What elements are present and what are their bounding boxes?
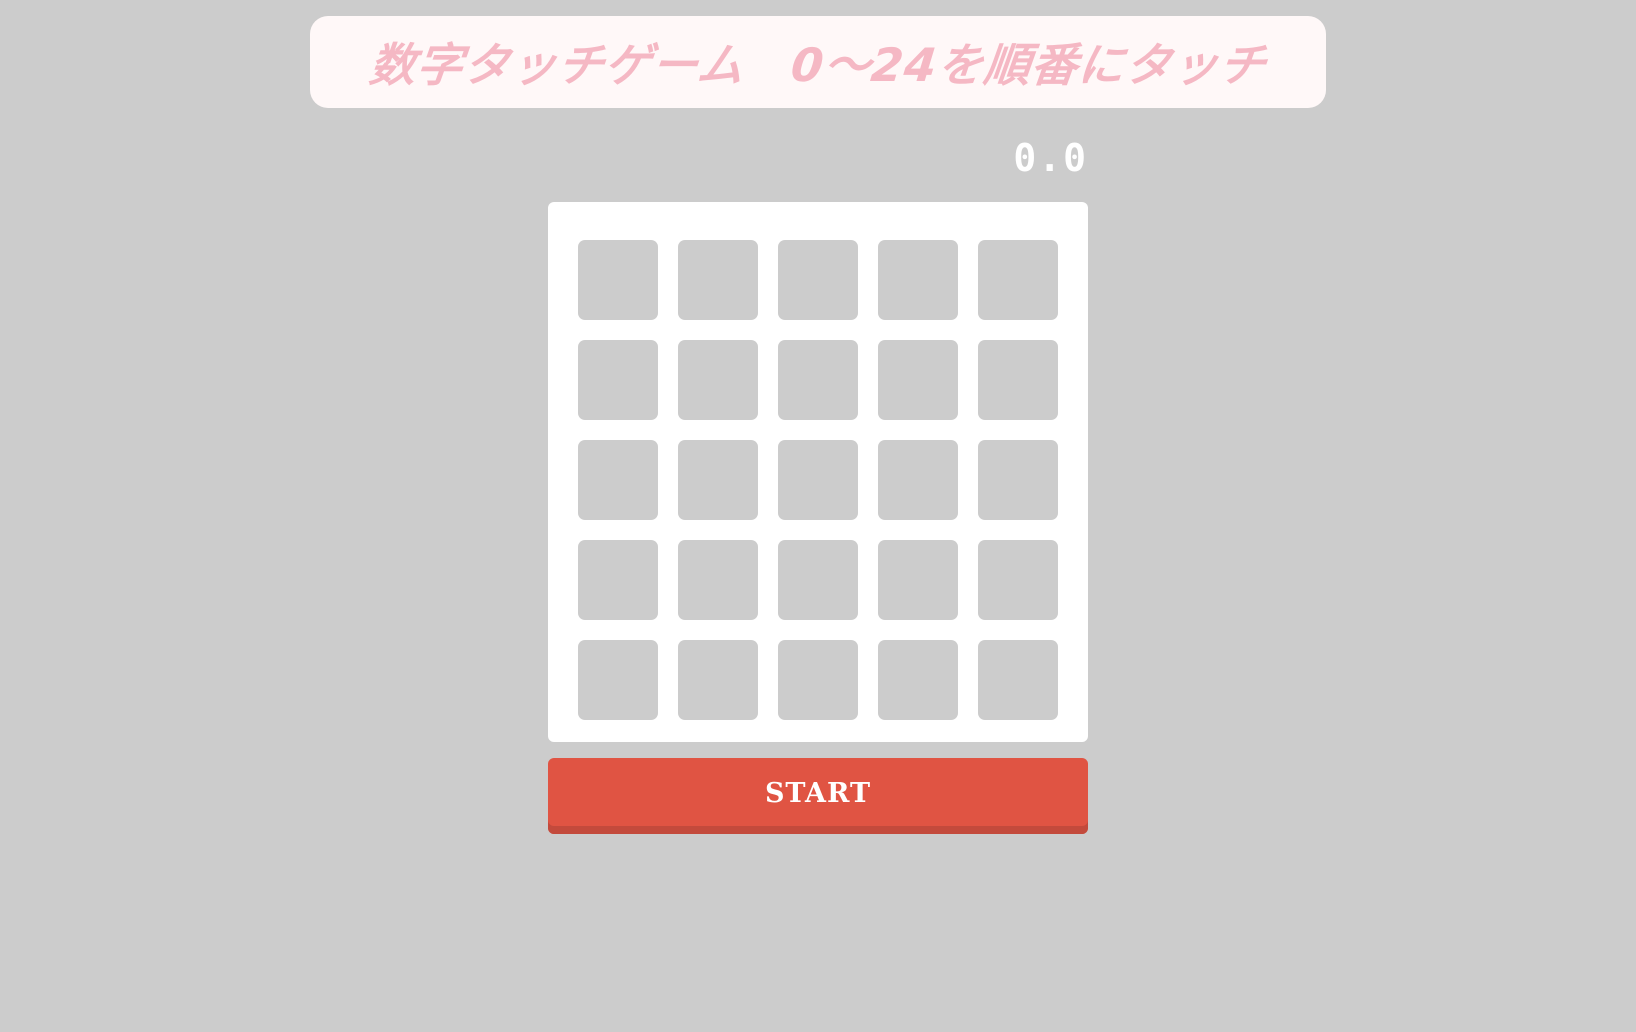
board-cell[interactable] — [678, 240, 758, 320]
board-cell[interactable] — [578, 540, 658, 620]
board-cell[interactable] — [678, 540, 758, 620]
start-button[interactable]: START — [548, 758, 1088, 834]
board-cell[interactable] — [978, 340, 1058, 420]
board-cell[interactable] — [578, 640, 658, 720]
board-cell[interactable] — [878, 340, 958, 420]
board-cell[interactable] — [878, 640, 958, 720]
game-board — [548, 202, 1088, 742]
board-cell[interactable] — [778, 340, 858, 420]
board-cell[interactable] — [778, 640, 858, 720]
board-cell[interactable] — [978, 640, 1058, 720]
board-cell[interactable] — [678, 340, 758, 420]
board-cell[interactable] — [878, 440, 958, 520]
title-banner: 数字タッチゲーム 0〜24を順番にタッチ — [310, 16, 1326, 108]
board-cell[interactable] — [578, 440, 658, 520]
board-cell[interactable] — [778, 540, 858, 620]
board-cell[interactable] — [578, 240, 658, 320]
board-cell[interactable] — [878, 540, 958, 620]
page-title: 数字タッチゲーム 0〜24を順番にタッチ — [366, 38, 1269, 92]
board-cell[interactable] — [978, 540, 1058, 620]
board-cell[interactable] — [578, 340, 658, 420]
board-cell[interactable] — [978, 440, 1058, 520]
board-cell[interactable] — [778, 240, 858, 320]
board-cell[interactable] — [978, 240, 1058, 320]
board-cell[interactable] — [678, 640, 758, 720]
board-cell[interactable] — [778, 440, 858, 520]
board-cell[interactable] — [878, 240, 958, 320]
board-cell[interactable] — [678, 440, 758, 520]
timer-display: 0.0 — [1013, 136, 1088, 180]
